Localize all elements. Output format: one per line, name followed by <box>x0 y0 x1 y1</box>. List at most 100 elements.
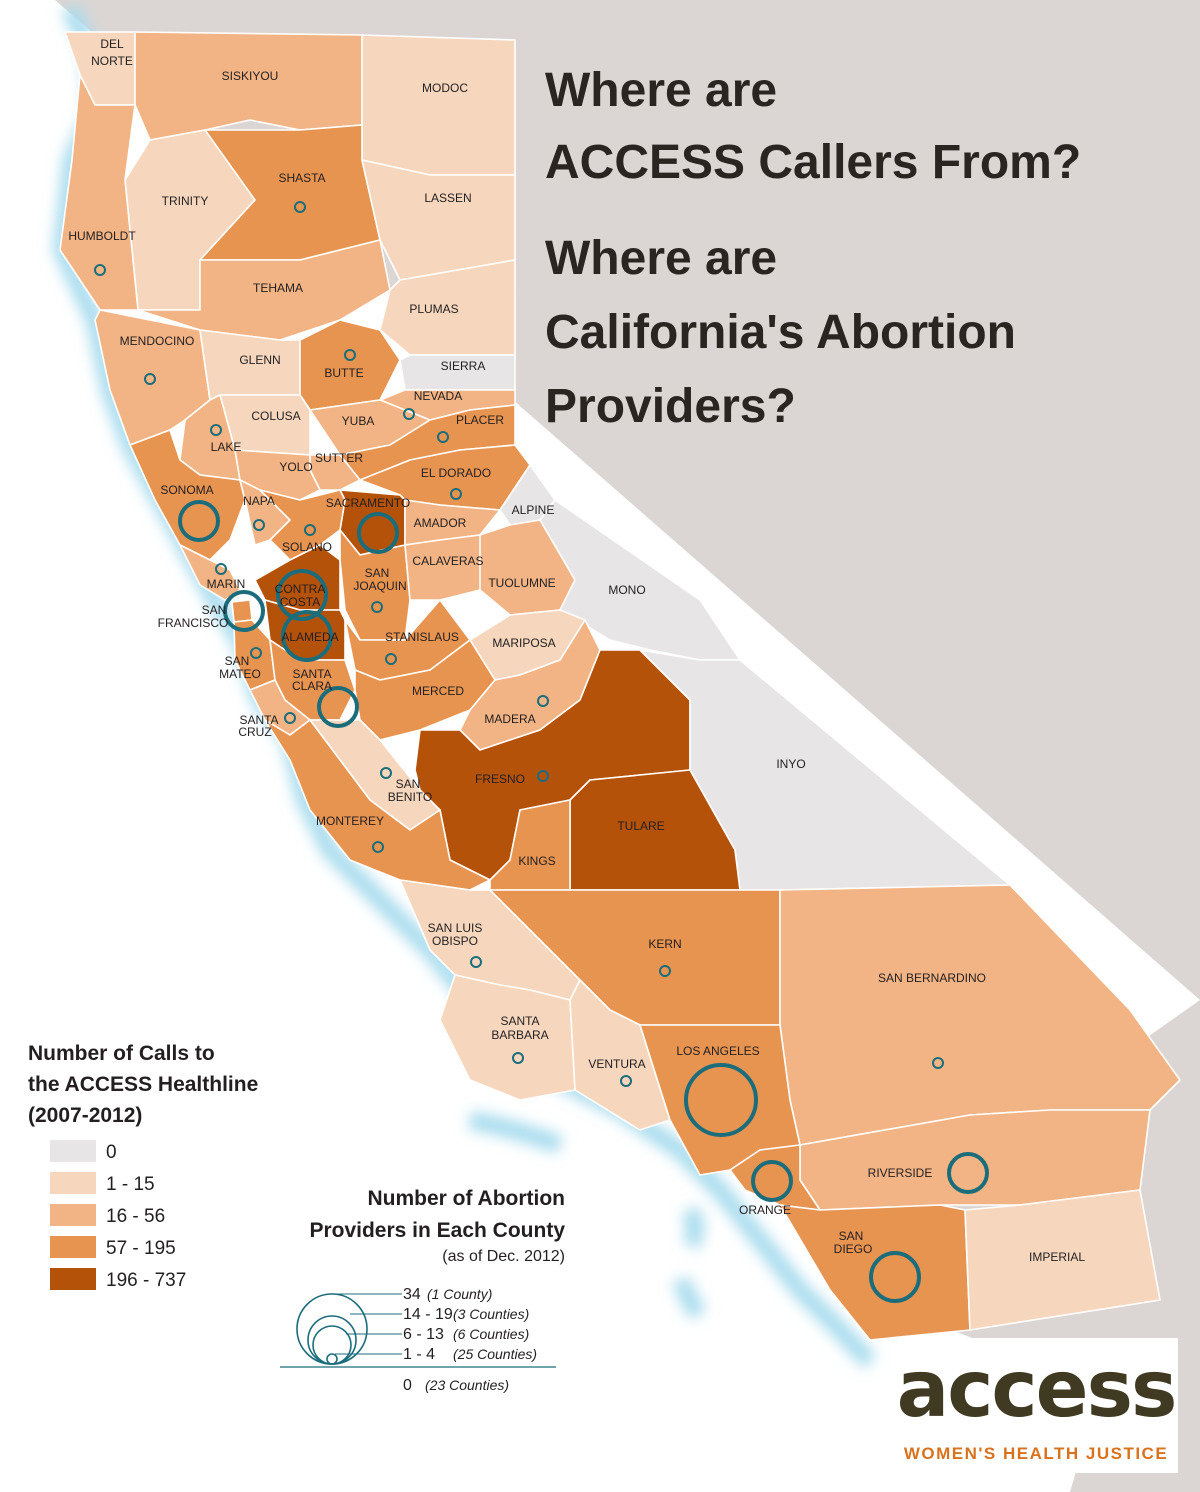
title-line-1: Where are <box>545 64 777 117</box>
county-label-san-luis-obispo-1: SAN LUIS <box>428 921 483 935</box>
county-label-sierra: SIERRA <box>441 359 486 373</box>
county-label-san-benito-1: SAN <box>396 777 421 791</box>
county-label-santa-clara-2: CLARA <box>292 679 332 693</box>
county-label-tehama: TEHAMA <box>253 281 303 295</box>
calls-legend-title-3: (2007-2012) <box>28 1104 142 1127</box>
calls-legend-swatch-0 <box>50 1140 96 1162</box>
calls-legend-swatch-1 <box>50 1172 96 1194</box>
providers-legend-range-3: 1 - 4 <box>403 1346 435 1363</box>
providers-legend-range-1: 14 - 19 <box>403 1306 453 1323</box>
county-label-monterey: MONTEREY <box>316 814 384 828</box>
providers-legend-count-2: (6 Counties) <box>453 1326 529 1342</box>
county-label-san-francisco-2: FRANCISCO <box>158 616 229 630</box>
calls-legend-label-0: 0 <box>106 1142 117 1163</box>
county-label-stanislaus: STANISLAUS <box>385 630 459 644</box>
access-logo: access WOMEN'S HEALTH JUSTICE <box>893 1338 1178 1473</box>
providers-legend-count-4: (23 Counties) <box>425 1377 509 1393</box>
county-label-mendocino: MENDOCINO <box>120 334 195 348</box>
calls-legend-label-2: 16 - 56 <box>106 1206 165 1227</box>
providers-legend-title-2: Providers in Each County <box>309 1219 565 1242</box>
county-label-san-mateo-1: SAN <box>225 654 250 668</box>
calls-legend-swatch-3 <box>50 1236 96 1258</box>
county-label-alameda: ALAMEDA <box>281 630 338 644</box>
county-label-san-bernardino: SAN BERNARDINO <box>878 971 986 985</box>
county-label-imperial: IMPERIAL <box>1029 1250 1085 1264</box>
county-label-mariposa: MARIPOSA <box>492 636 555 650</box>
title-line-2: ACCESS Callers From? <box>545 136 1081 189</box>
calls-legend-swatch-4 <box>50 1268 96 1290</box>
county-label-colusa: COLUSA <box>251 409 300 423</box>
county-label-nevada: NEVADA <box>414 389 462 403</box>
calls-legend-title-2: the ACCESS Healthline <box>28 1073 258 1096</box>
logo-wordmark: access <box>897 1345 1176 1435</box>
providers-legend-title-1: Number of Abortion <box>367 1187 565 1210</box>
county-modoc <box>361 34 516 176</box>
county-label-napa: NAPA <box>243 494 275 508</box>
county-label-amador: AMADOR <box>414 516 467 530</box>
county-label-kern: KERN <box>648 937 681 951</box>
county-label-santa-barbara-2: BARBARA <box>491 1028 548 1042</box>
county-label-yolo: YOLO <box>279 460 312 474</box>
county-label-ventura: VENTURA <box>588 1057 645 1071</box>
county-label-humboldt: HUMBOLDT <box>68 229 136 243</box>
calls-legend-swatch-2 <box>50 1204 96 1226</box>
calls-legend-label-1: 1 - 15 <box>106 1174 155 1195</box>
county-label-yuba: YUBA <box>342 414 375 428</box>
county-label-contra-costa-2: COSTA <box>280 595 320 609</box>
providers-legend-range-4: 0 <box>403 1377 412 1394</box>
county-label-sutter: SUTTER <box>315 451 363 465</box>
county-label-san-mateo-2: MATEO <box>219 667 261 681</box>
logo-tagline: WOMEN'S HEALTH JUSTICE <box>904 1444 1168 1463</box>
county-label-san-joaquin-2: JOAQUIN <box>353 579 406 593</box>
county-label-san-benito-2: BENITO <box>388 790 432 804</box>
county-label-mono: MONO <box>608 583 645 597</box>
county-label-plumas: PLUMAS <box>409 302 458 316</box>
county-label-tulare: TULARE <box>617 819 664 833</box>
county-label-del-norte-1: DEL <box>100 37 124 51</box>
county-label-merced: MERCED <box>412 684 464 698</box>
county-label-santa-cruz-2: CRUZ <box>238 725 271 739</box>
county-label-madera: MADERA <box>484 712 535 726</box>
county-label-san-joaquin-1: SAN <box>365 566 390 580</box>
county-label-siskiyou: SISKIYOU <box>222 69 279 83</box>
providers-legend-count-3: (25 Counties) <box>453 1346 537 1362</box>
county-label-lassen: LASSEN <box>424 191 471 205</box>
providers-legend-count-0: (1 County) <box>427 1286 492 1302</box>
calls-legend-label-4: 196 - 737 <box>106 1270 186 1291</box>
county-label-sacramento: SACRAMENTO <box>326 496 410 510</box>
county-label-trinity: TRINITY <box>162 194 209 208</box>
title-line-4: California's Abortion <box>545 306 1016 359</box>
county-label-el-dorado: EL DORADO <box>421 466 491 480</box>
map-figure: DEL NORTE SISKIYOU MODOC TRINITY SHASTA LASSEN… <box>0 0 1200 1492</box>
county-label-shasta: SHASTA <box>278 171 325 185</box>
title-line-5: Providers? <box>545 380 796 433</box>
county-label-fresno: FRESNO <box>475 772 525 786</box>
county-label-contra-costa-1: CONTRA <box>275 582 326 596</box>
county-label-san-francisco-1: SAN <box>202 603 227 617</box>
county-label-alpine: ALPINE <box>512 503 555 517</box>
calls-legend-title-1: Number of Calls to <box>28 1042 215 1065</box>
county-label-placer: PLACER <box>456 413 504 427</box>
county-label-los-angeles: LOS ANGELES <box>676 1044 759 1058</box>
providers-legend-range-2: 6 - 13 <box>403 1326 444 1343</box>
county-label-san-diego-1: SAN <box>839 1229 864 1243</box>
county-label-calaveras: CALAVERAS <box>412 554 483 568</box>
providers-legend-title-3: (as of Dec. 2012) <box>442 1248 565 1265</box>
county-label-san-luis-obispo-2: OBISPO <box>432 934 478 948</box>
county-label-tuolumne: TUOLUMNE <box>488 576 555 590</box>
county-label-santa-barbara-1: SANTA <box>500 1014 539 1028</box>
county-label-riverside: RIVERSIDE <box>868 1166 933 1180</box>
county-label-del-norte-2: NORTE <box>91 54 133 68</box>
county-san-francisco <box>231 599 253 623</box>
county-label-solano: SOLANO <box>282 540 332 554</box>
providers-legend-count-1: (3 Counties) <box>453 1306 529 1322</box>
county-label-glenn: GLENN <box>239 353 280 367</box>
county-label-san-diego-2: DIEGO <box>834 1242 873 1256</box>
county-label-lake: LAKE <box>211 440 242 454</box>
title-line-3: Where are <box>545 232 777 285</box>
county-label-sonoma: SONOMA <box>160 483 213 497</box>
county-label-orange: ORANGE <box>739 1203 791 1217</box>
county-label-kings: KINGS <box>518 854 555 868</box>
providers-legend-range-0: 34 <box>403 1286 421 1303</box>
county-label-butte: BUTTE <box>324 366 363 380</box>
